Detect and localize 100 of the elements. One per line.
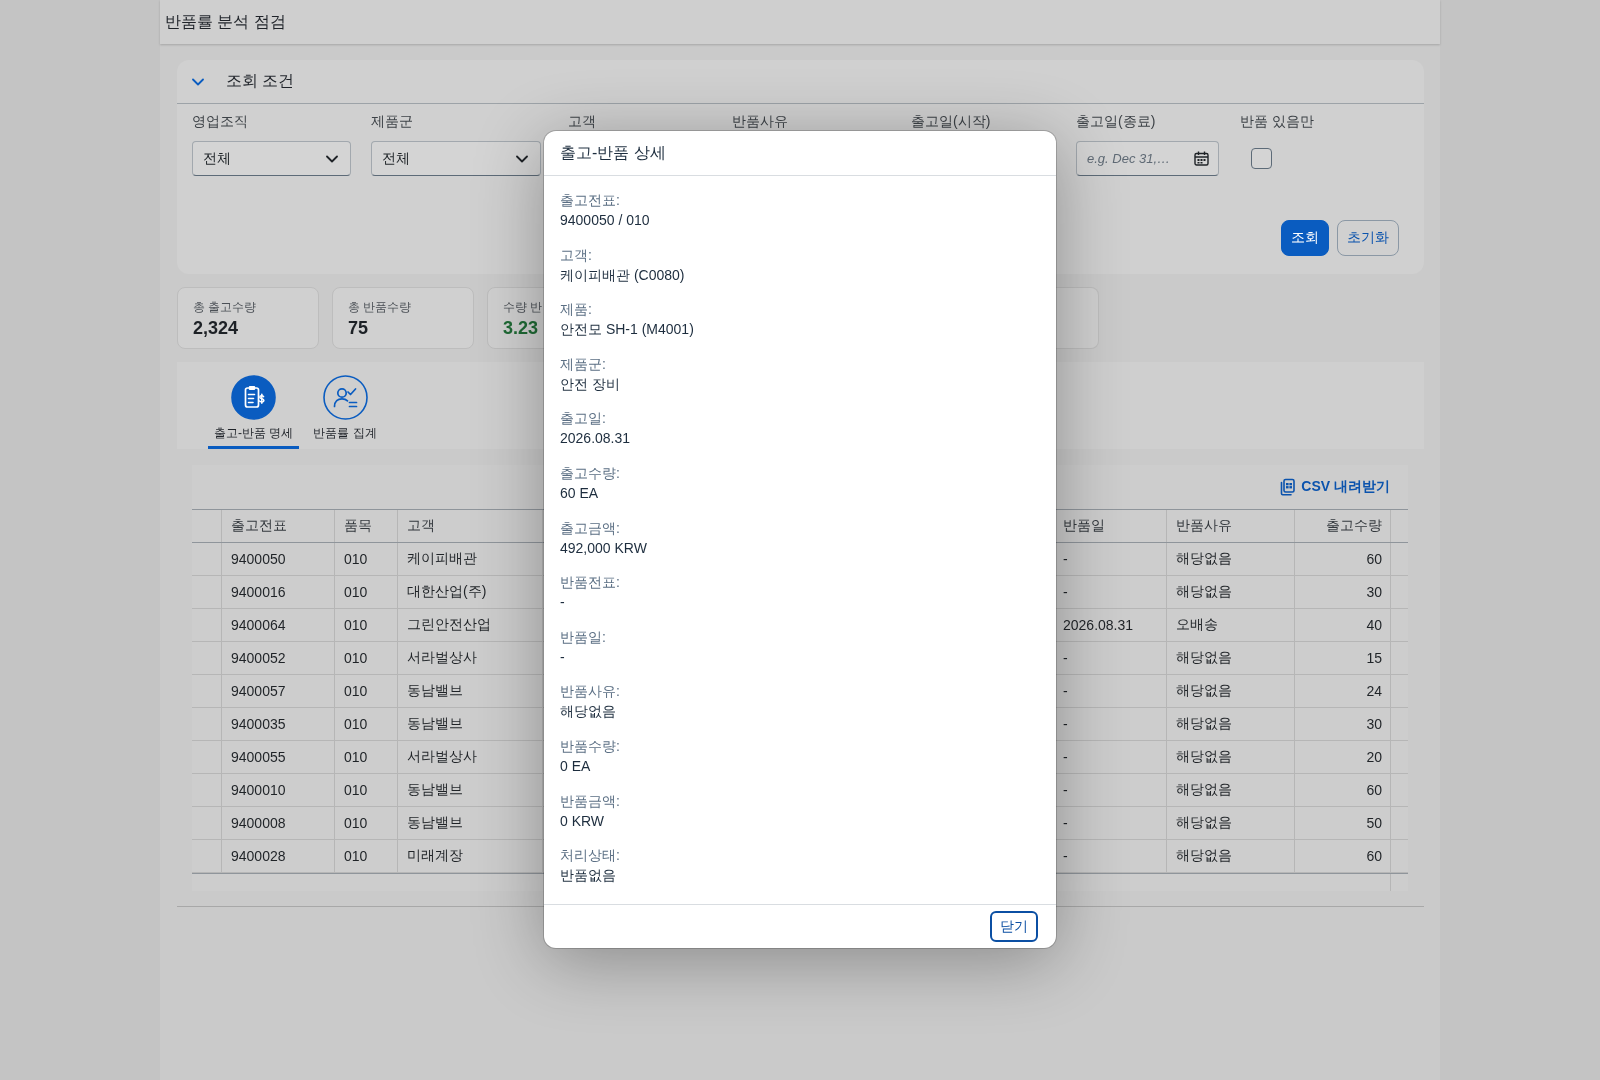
column-header[interactable]: 품목: [335, 510, 398, 542]
table-cell: 010: [335, 840, 398, 872]
table-cell: 9400052: [222, 642, 335, 674]
table-cell: 010: [335, 807, 398, 839]
chevron-down-icon: [516, 154, 528, 163]
table-cell: 9400055: [222, 741, 335, 773]
table-cell: 해당없음: [1167, 774, 1295, 806]
field-label: 반품금액:: [560, 791, 620, 811]
close-button[interactable]: 닫기: [990, 911, 1038, 942]
table-cell: 60: [1295, 774, 1391, 806]
field-value: 해당없음: [560, 702, 616, 722]
field-label: 제품군:: [560, 354, 606, 374]
field-label: 출고전표:: [560, 191, 620, 210]
checkbox[interactable]: [1251, 148, 1272, 169]
table-cell: 9400010: [222, 774, 335, 806]
reset-button[interactable]: 초기화: [1337, 220, 1399, 256]
tab[interactable]: 반품률 집계: [307, 362, 383, 449]
table-cell: 60: [1295, 840, 1391, 872]
filter-label: 반품 있음만: [1240, 113, 1314, 130]
calendar-icon[interactable]: [1194, 151, 1209, 166]
field-value: 0 KRW: [560, 811, 605, 831]
column-header[interactable]: 반품사유: [1167, 510, 1295, 542]
table-cell: 9400016: [222, 576, 335, 608]
table-cell: 그린안전산업: [398, 609, 543, 641]
kpi-label: 수량 반: [503, 299, 543, 315]
filter-label: 반품사유: [732, 113, 788, 130]
table-cell: 9400035: [222, 708, 335, 740]
kpi-label: 총 출고수량: [193, 299, 257, 315]
table-cell: 해당없음: [1167, 741, 1295, 773]
field-value: 안전 장비: [560, 374, 620, 394]
table-cell: 동남밸브: [398, 774, 543, 806]
table-cell: 15: [1295, 642, 1391, 674]
table-cell: 010: [335, 543, 398, 575]
table-cell: 60: [1295, 543, 1391, 575]
field-label: 반품일:: [560, 627, 606, 647]
table-cell: 9400050: [222, 543, 335, 575]
field-label: 반품전표:: [560, 573, 620, 593]
field-value: 492,000 KRW: [560, 538, 647, 558]
kpi-value: 2,324: [193, 317, 239, 339]
table-cell: 50: [1295, 807, 1391, 839]
table-cell: 24: [1295, 675, 1391, 707]
table-cell: 동남밸브: [398, 807, 543, 839]
filter-label: 영업조직: [192, 113, 248, 130]
field-value: 0 EA: [560, 756, 591, 776]
chevron-down-icon[interactable]: [192, 77, 204, 86]
table-cell: 40: [1295, 609, 1391, 641]
field-value: 2026.08.31: [560, 429, 631, 449]
kpi-value: 75: [348, 317, 369, 339]
field-value: -: [560, 647, 565, 667]
table-cell: 010: [335, 708, 398, 740]
field-label: 고객:: [560, 245, 592, 265]
table-cell: 해당없음: [1167, 675, 1295, 707]
table-cell: 대한산업(주): [398, 576, 543, 608]
column-header[interactable]: 출고수량: [1295, 510, 1391, 542]
field-label: 제품:: [560, 300, 592, 320]
select-field[interactable]: 전체: [371, 141, 541, 176]
csv-download-link[interactable]: CSV 내려받기: [1279, 478, 1390, 496]
field-label: 출고일:: [560, 409, 606, 429]
table-cell: 9400028: [222, 840, 335, 872]
table-cell: 동남밸브: [398, 708, 543, 740]
table-cell: 010: [335, 576, 398, 608]
select-field[interactable]: 전체: [192, 141, 351, 176]
table-cell: 오배송: [1167, 609, 1295, 641]
table-cell: 30: [1295, 708, 1391, 740]
date-field[interactable]: e.g. Dec 31,…: [1076, 141, 1219, 176]
table-cell: 010: [335, 675, 398, 707]
filter-label: 고객: [568, 113, 596, 130]
table-cell: 30: [1295, 576, 1391, 608]
spreadsheet-icon: [1279, 478, 1296, 496]
table-cell: 010: [335, 642, 398, 674]
search-button[interactable]: 조회: [1281, 220, 1329, 256]
filter-label: 제품군: [371, 113, 413, 130]
filter-label: 출고일(시작): [911, 113, 991, 130]
table-cell: 010: [335, 609, 398, 641]
field-value: 60 EA: [560, 483, 599, 503]
table-cell: 해당없음: [1167, 642, 1295, 674]
field-label: 출고금액:: [560, 518, 620, 538]
column-header[interactable]: 고객: [398, 510, 543, 542]
tab[interactable]: 출고-반품 명세: [208, 362, 300, 449]
table-cell: 010: [335, 741, 398, 773]
field-value: 케이피배관 (C0080): [560, 265, 685, 285]
field-value: 반품없음: [560, 866, 616, 886]
chevron-down-icon: [326, 154, 338, 163]
table-cell: 서라벌상사: [398, 642, 543, 674]
field-label: 반품수량:: [560, 736, 620, 756]
table-cell: 해당없음: [1167, 576, 1295, 608]
clipboard-dollar-icon: [231, 375, 277, 420]
panel-title: 조회 조건: [226, 71, 295, 91]
table-cell: 해당없음: [1167, 807, 1295, 839]
field-label: 처리상태:: [560, 846, 620, 866]
table-cell: 9400064: [222, 609, 335, 641]
column-header[interactable]: 출고전표: [222, 510, 335, 542]
table-cell: 해당없음: [1167, 543, 1295, 575]
table-cell: 해당없음: [1167, 840, 1295, 872]
table-cell: 서라벌상사: [398, 741, 543, 773]
table-cell: 20: [1295, 741, 1391, 773]
field-value: 안전모 SH-1 (M4001): [560, 320, 694, 340]
table-cell: 케이피배관: [398, 543, 543, 575]
table-cell: 010: [335, 774, 398, 806]
dialog-title: 출고-반품 상세: [560, 142, 666, 163]
